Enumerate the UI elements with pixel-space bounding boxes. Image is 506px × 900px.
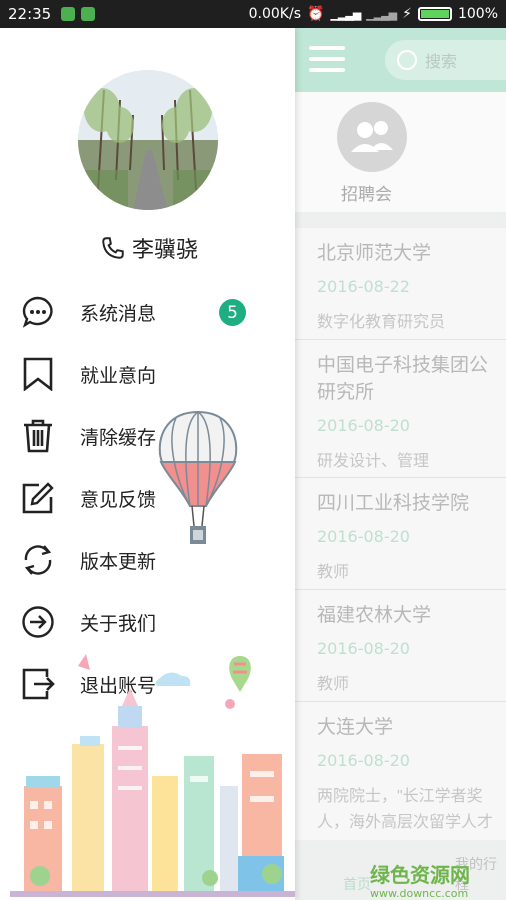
job-item[interactable]: 四川工业科技学院 2016-08-20 教师	[295, 478, 506, 590]
menu-label: 意见反馈	[80, 489, 157, 511]
menu-label: 清除缓存	[80, 427, 157, 449]
job-name-line2: 研究所	[317, 382, 375, 403]
job-desc: 教师	[317, 564, 350, 581]
battery-percent: 100%	[457, 6, 498, 22]
category-label[interactable]: 招聘会	[341, 180, 392, 205]
job-name: 大连大学	[317, 717, 394, 738]
menu-version-update[interactable]: 版本更新	[20, 540, 280, 580]
job-name: 中国电子科技集团公	[317, 355, 489, 376]
battery-level	[420, 10, 449, 18]
search-bar[interactable]: 搜索	[385, 40, 506, 80]
job-fair-icon[interactable]	[337, 102, 407, 172]
status-time: 22:35	[8, 5, 52, 23]
message-icon	[20, 294, 56, 330]
user-info: 李骥骁	[100, 232, 198, 264]
menu-label: 关于我们	[80, 613, 157, 635]
city-illustration	[10, 654, 295, 897]
job-date: 2016-08-20	[317, 416, 410, 435]
job-desc: 两院院士，"长江学者奖	[317, 788, 483, 805]
arrow-circle-icon	[20, 604, 56, 640]
menu-job-intention[interactable]: 就业意向	[20, 354, 280, 394]
menu-label: 版本更新	[80, 551, 157, 573]
bottom-nav: 首页 我的行程 绿色资源网 www.downcc.com	[295, 840, 506, 900]
job-date: 2016-08-20	[317, 639, 410, 658]
android-icon	[81, 7, 96, 21]
job-date: 2016-08-20	[317, 751, 410, 770]
menu-label: 就业意向	[80, 365, 157, 387]
job-desc: 数字化教育研究员	[317, 314, 446, 331]
phone-icon	[102, 237, 124, 259]
navigation-drawer: 李骥骁 系统消息 5 就业意向 清除缓存 意见反馈 版本更新 关于我们 退出账号	[0, 28, 295, 900]
job-desc: 教师	[317, 676, 350, 693]
job-item[interactable]: 中国电子科技集团公 研究所 2016-08-20 研发设计、管理	[295, 340, 506, 478]
status-bar: 22:35 0.00K/s ⏰ ▁▂▃▅ ▁▂▃▅ ⚡ 100%	[0, 0, 506, 28]
watermark: 绿色资源网	[370, 865, 470, 887]
signal-icon: ▁▂▃▅	[330, 7, 361, 21]
job-name: 福建农林大学	[317, 605, 432, 626]
notification-icon	[61, 7, 76, 21]
job-name: 北京师范大学	[317, 243, 432, 264]
job-date: 2016-08-20	[317, 527, 410, 546]
unread-badge: 5	[219, 299, 246, 326]
watermark-url: www.downcc.com	[370, 887, 469, 900]
job-desc: 研发设计、管理	[317, 453, 430, 470]
refresh-icon	[20, 542, 56, 578]
job-item[interactable]: 北京师范大学 2016-08-22 数字化教育研究员	[295, 228, 506, 340]
job-item[interactable]: 福建农林大学 2016-08-20 教师	[295, 590, 506, 702]
menu-feedback[interactable]: 意见反馈	[20, 478, 280, 518]
trash-icon	[20, 418, 56, 454]
charging-icon: ⚡	[402, 6, 412, 22]
search-icon	[397, 50, 417, 70]
edit-icon	[20, 480, 56, 516]
search-placeholder: 搜索	[425, 52, 458, 71]
bookmark-icon	[20, 356, 56, 392]
network-speed: 0.00K/s	[248, 6, 301, 22]
job-item[interactable]: 大连大学 2016-08-20 两院院士，"长江学者奖 人，海外高层次留学人才	[295, 702, 506, 840]
app-bar: 搜索	[295, 28, 506, 92]
battery-icon	[417, 7, 452, 21]
menu-label: 系统消息	[80, 303, 157, 325]
menu-system-messages[interactable]: 系统消息 5	[20, 292, 280, 332]
job-desc-line2: 人，海外高层次留学人才	[317, 814, 494, 831]
job-date: 2016-08-22	[317, 277, 410, 296]
balloon-illustration	[158, 410, 238, 544]
category-strip: 招聘会	[295, 92, 506, 212]
signal-icon-2: ▁▂▃▅	[366, 7, 397, 21]
username: 李骥骁	[132, 237, 199, 262]
alarm-icon: ⏰	[307, 6, 325, 22]
menu-icon[interactable]	[309, 46, 345, 72]
menu-clear-cache[interactable]: 清除缓存	[20, 416, 280, 456]
main-screen: 搜索 招聘会 北京师范大学 2016-08-22 数字化教育研究员 中国电子科技…	[295, 28, 506, 900]
avatar[interactable]	[78, 70, 218, 210]
nav-home[interactable]: 首页	[343, 874, 371, 894]
job-name: 四川工业科技学院	[317, 493, 470, 514]
